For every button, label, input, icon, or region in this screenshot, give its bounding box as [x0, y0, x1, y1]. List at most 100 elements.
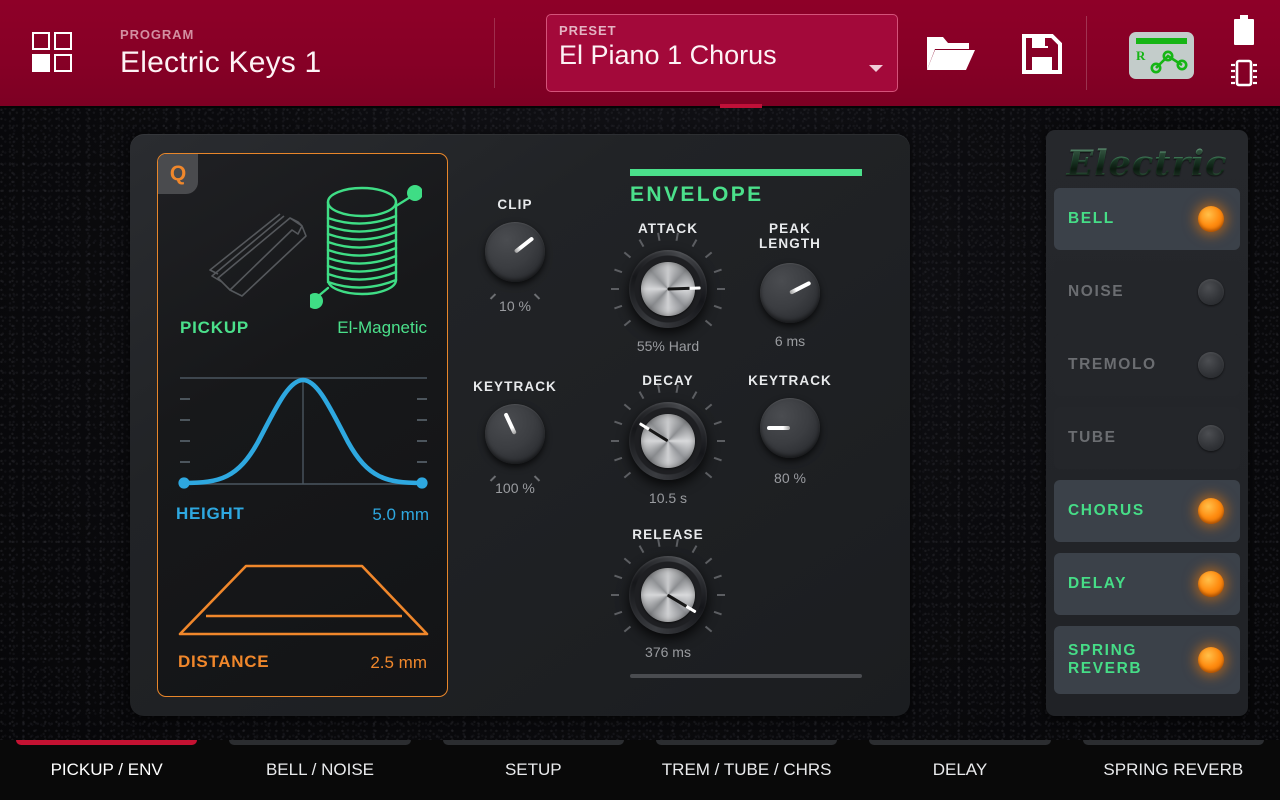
program-block[interactable]: PROGRAM Electric Keys 1 [120, 27, 321, 80]
routing-graph-icon [1150, 50, 1188, 74]
knob-clip[interactable]: CLIP 10 % [455, 197, 575, 314]
knob-release-value: 376 ms [645, 644, 691, 660]
tab-indicator-bell-noise [229, 740, 411, 745]
knob-envelope-keytrack[interactable]: KEYTRACK 80 % [730, 373, 850, 486]
distance-label: DISTANCE [178, 652, 270, 671]
module-led-noise[interactable] [1198, 279, 1224, 305]
tab-setup[interactable]: SETUP [427, 740, 640, 800]
knob-release-label: RELEASE [632, 527, 704, 542]
preset-label: PRESET [559, 23, 617, 38]
module-led-tube[interactable] [1198, 425, 1224, 451]
knob-decay[interactable]: DECAY 10.5 s [608, 373, 728, 506]
pickup-panel[interactable]: Q PICKUP El-Magnetic HEIGHT 5.0 mm DISTA… [157, 153, 448, 697]
grid-cell-2 [54, 32, 72, 50]
module-label-chorus: CHORUS [1068, 502, 1145, 519]
main-panel: Q PICKUP El-Magnetic HEIGHT 5.0 mm DISTA… [130, 134, 910, 716]
knob-pickup-keytrack-label: KEYTRACK [473, 379, 557, 394]
module-led-tremolo[interactable] [1198, 352, 1224, 378]
grid-cell-1 [32, 32, 50, 50]
chip-icon[interactable] [1228, 57, 1260, 89]
floppy-disk-icon[interactable] [1021, 33, 1063, 75]
pickup-type-value[interactable]: El-Magnetic [337, 318, 427, 338]
routing-header-bar [1136, 38, 1187, 44]
routing-matrix-icon[interactable]: R [1129, 32, 1194, 79]
module-label-delay: DELAY [1068, 575, 1128, 592]
tab-indicator-delay [869, 740, 1051, 745]
knob-release[interactable]: RELEASE 376 ms [608, 527, 728, 660]
module-row-tremolo[interactable]: TREMOLO [1054, 334, 1240, 396]
knob-attack-dial[interactable] [611, 232, 725, 328]
module-row-noise[interactable]: NOISE [1054, 261, 1240, 323]
module-label-bell: BELL [1068, 210, 1115, 227]
knob-peak-length-value: 6 ms [774, 333, 806, 349]
knob-clip-value: 10 % [499, 298, 531, 314]
knob-decay-pointer [639, 422, 669, 443]
envelope-foot-bar [630, 674, 862, 678]
preset-selector[interactable]: PRESET El Piano 1 Chorus [546, 14, 898, 92]
module-label-spring-reverb: SPRING REVERB [1068, 642, 1143, 677]
tab-indicator-setup [442, 740, 624, 745]
chevron-down-icon[interactable] [869, 65, 883, 72]
module-row-delay[interactable]: DELAY [1054, 553, 1240, 615]
top-header-bar: PROGRAM Electric Keys 1 PRESET El Piano … [0, 0, 1280, 108]
module-row-chorus[interactable]: CHORUS [1054, 480, 1240, 542]
tab-label-spring-reverb: SPRING REVERB [1103, 760, 1244, 779]
program-label: PROGRAM [120, 27, 195, 42]
knob-pickup-keytrack-dial[interactable] [485, 404, 545, 464]
knob-decay-value: 10.5 s [648, 490, 688, 506]
tab-trem-tube-chrs[interactable]: TREM / TUBE / CHRS [640, 740, 853, 800]
tab-label-trem-tube-chrs: TREM / TUBE / CHRS [661, 760, 832, 779]
preset-value: El Piano 1 Chorus [559, 40, 777, 70]
knob-attack-label: ATTACK [637, 221, 699, 236]
tab-delay[interactable]: DELAY [853, 740, 1066, 800]
envelope-title: ENVELOPE [630, 183, 764, 206]
pickup-label: PICKUP [180, 318, 250, 337]
height-label: HEIGHT [176, 504, 245, 523]
knob-decay-dial[interactable] [611, 384, 725, 480]
apps-grid-icon[interactable] [32, 32, 72, 73]
knob-envelope-keytrack-value: 80 % [774, 470, 806, 486]
routing-letter: R [1136, 48, 1146, 63]
height-curve-graph[interactable] [176, 372, 431, 492]
knob-peak-length[interactable]: PEAK LENGTH 6 ms [730, 221, 850, 349]
tab-pickup-env[interactable]: PICKUP / ENV [0, 740, 213, 800]
tab-label-setup: SETUP [504, 760, 562, 779]
module-row-spring-reverb[interactable]: SPRING REVERB [1054, 626, 1240, 694]
module-row-bell[interactable]: BELL [1054, 188, 1240, 250]
knob-pickup-keytrack-pointer [503, 412, 517, 435]
quality-badge[interactable]: Q [158, 154, 198, 194]
tab-label-bell-noise: BELL / NOISE [265, 760, 374, 779]
header-divider [494, 18, 495, 88]
module-led-chorus[interactable] [1198, 498, 1224, 524]
knob-peak-length-dial[interactable] [760, 263, 820, 323]
distance-value[interactable]: 2.5 mm [370, 653, 427, 673]
tab-indicator-trem-tube-chrs [655, 740, 838, 745]
tab-bell-noise[interactable]: BELL / NOISE [213, 740, 426, 800]
module-label-tremolo: TREMOLO [1068, 356, 1157, 373]
distance-trapezoid-graph[interactable] [176, 554, 431, 644]
folder-open-icon[interactable] [925, 32, 977, 74]
tab-label-pickup-env: PICKUP / ENV [50, 760, 163, 779]
module-label-noise: NOISE [1068, 283, 1125, 300]
module-led-delay[interactable] [1198, 571, 1224, 597]
knob-envelope-keytrack-label: KEYTRACK [748, 373, 832, 388]
module-row-tube[interactable]: TUBE [1054, 407, 1240, 469]
knob-envelope-keytrack-dial[interactable] [760, 398, 820, 458]
module-led-spring-reverb[interactable] [1198, 647, 1224, 673]
knob-peak-length-pointer [789, 280, 812, 295]
knob-attack[interactable]: ATTACK 55% Hard [608, 221, 728, 354]
module-rack: Electric BELL NOISE TREMOLO TUBE CHORUS … [1046, 130, 1248, 716]
battery-icon[interactable] [1231, 15, 1257, 47]
knob-release-dial[interactable] [611, 538, 725, 634]
knob-pickup-keytrack[interactable]: KEYTRACK 100 % [455, 379, 575, 496]
knob-clip-dial[interactable] [485, 222, 545, 282]
header-divider-2 [1086, 16, 1087, 90]
knob-clip-pointer [513, 236, 535, 254]
tab-indicator-pickup-env [16, 740, 198, 745]
module-led-bell[interactable] [1198, 206, 1224, 232]
knob-attack-pointer [667, 286, 702, 291]
height-value[interactable]: 5.0 mm [372, 505, 429, 525]
grid-cell-3 [32, 54, 50, 72]
coil-illustration [310, 185, 422, 309]
tab-spring-reverb[interactable]: SPRING REVERB [1067, 740, 1280, 800]
